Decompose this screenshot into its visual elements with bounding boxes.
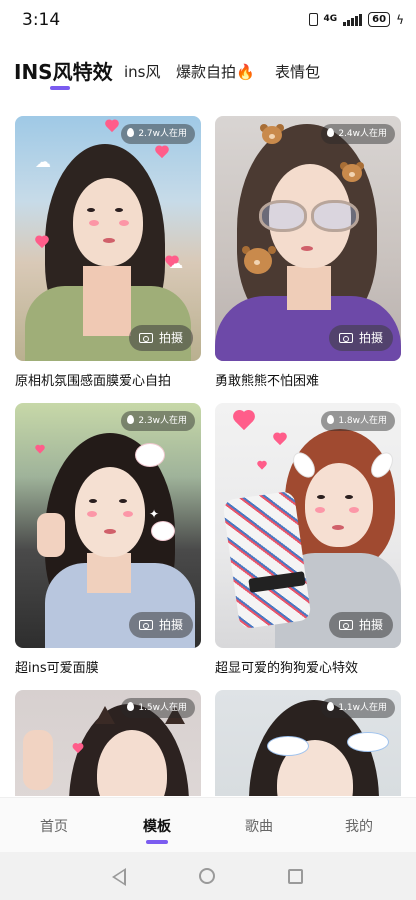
status-icons: 4G 60 ϟ: [308, 12, 404, 27]
nav-songs[interactable]: 歌曲: [245, 816, 273, 836]
nav-profile[interactable]: 我的: [345, 816, 373, 836]
template-preview-image[interactable]: ☁ ☁ 2.7w人在用 拍摄: [15, 116, 201, 361]
category-tabs: INS风特效 ins风 爆款自拍🔥 表情包: [14, 56, 414, 96]
usage-badge: 1.8w人在用: [321, 411, 395, 431]
template-preview-image[interactable]: ✦ 2.3w人在用 拍摄: [15, 403, 201, 648]
heart-icon: [72, 743, 83, 754]
bear-sticker-icon: [259, 122, 285, 146]
tab-stickers[interactable]: 表情包: [275, 61, 320, 82]
nav-indicator: [146, 840, 168, 844]
status-time: 3:14: [22, 10, 61, 30]
template-grid: ☁ ☁ 2.7w人在用 拍摄 原相机氛围感面膜爱心自拍 2.4w人在用 拍摄 勇…: [15, 116, 401, 796]
template-card[interactable]: 1.8w人在用 拍摄 超显可爱的狗狗爱心特效: [215, 403, 401, 676]
template-title: 超ins可爱面膜: [15, 661, 99, 676]
signal-icon: [343, 13, 363, 26]
bunny-sticker-icon: [151, 521, 175, 541]
battery-indicator: 60: [368, 12, 391, 27]
template-card[interactable]: ☁ ☁ 2.7w人在用 拍摄 原相机氛围感面膜爱心自拍: [15, 116, 201, 389]
network-type: 4G: [323, 14, 338, 24]
template-title: 勇敢熊熊不怕困难: [215, 374, 320, 389]
template-card[interactable]: 2.4w人在用 拍摄 勇敢熊熊不怕困难: [215, 116, 401, 389]
tab-hot-selfie[interactable]: 爆款自拍🔥: [176, 61, 255, 82]
template-title: 超显可爱的狗狗爱心特效: [215, 661, 359, 676]
tab-ins-effects[interactable]: INS风特效: [14, 56, 113, 85]
recent-apps-icon[interactable]: [288, 869, 303, 884]
cloud-sticker-icon: ☁: [35, 152, 51, 171]
camera-icon: [338, 333, 353, 343]
bunny-ear-sticker-icon: [267, 736, 309, 756]
heart-icon: [155, 146, 169, 160]
nav-templates[interactable]: 模板: [143, 816, 171, 836]
camera-icon: [138, 333, 153, 343]
nav-home[interactable]: 首页: [40, 816, 68, 836]
heart-icon: [257, 461, 267, 471]
camera-icon: [338, 620, 353, 630]
usage-badge: 2.3w人在用: [121, 411, 195, 431]
bunny-ear-sticker-icon: [347, 732, 389, 752]
flame-icon: [327, 128, 335, 137]
template-preview-image[interactable]: 1.5w人在用: [15, 690, 201, 796]
usage-badge: 1.1w人在用: [321, 698, 395, 718]
charging-icon: ϟ: [396, 12, 404, 27]
template-preview-image[interactable]: 1.1w人在用: [215, 690, 401, 796]
bear-sticker-icon: [339, 160, 365, 184]
heart-icon: [35, 445, 45, 455]
heart-icon: [273, 433, 287, 447]
shoot-button[interactable]: 拍摄: [328, 325, 393, 351]
shoot-button[interactable]: 拍摄: [328, 612, 393, 638]
template-card[interactable]: ✦ 2.3w人在用 拍摄 超ins可爱面膜: [15, 403, 201, 676]
template-preview-image[interactable]: 1.8w人在用 拍摄: [215, 403, 401, 648]
flame-icon: [327, 702, 335, 711]
vibrate-icon: [308, 13, 318, 26]
shoot-button[interactable]: 拍摄: [128, 325, 193, 351]
usage-badge: 2.4w人在用: [321, 124, 395, 144]
heart-icon: [105, 120, 119, 134]
flame-icon: [127, 128, 135, 137]
bear-sticker-icon: [241, 244, 277, 278]
heart-icon: [35, 236, 49, 250]
back-icon[interactable]: [112, 868, 126, 886]
template-title: 原相机氛围感面膜爱心自拍: [15, 374, 172, 389]
bunny-sticker-icon: [135, 443, 165, 467]
sparkle-icon: ✦: [149, 507, 160, 521]
template-card[interactable]: 1.5w人在用: [15, 690, 201, 796]
template-card[interactable]: 1.1w人在用: [215, 690, 401, 796]
flame-icon: [127, 415, 135, 424]
heart-icon: [233, 411, 255, 433]
tab-indicator: [50, 86, 70, 90]
flame-icon: [127, 702, 135, 711]
flame-icon: [327, 415, 335, 424]
system-nav-bar: [0, 852, 416, 900]
tab-ins-style[interactable]: ins风: [124, 61, 161, 82]
usage-badge: 2.7w人在用: [121, 124, 195, 144]
bottom-nav: 首页 模板 歌曲 我的: [0, 797, 416, 853]
usage-badge: 1.5w人在用: [121, 698, 195, 718]
camera-icon: [138, 620, 153, 630]
shoot-button[interactable]: 拍摄: [128, 612, 193, 638]
home-icon[interactable]: [199, 868, 215, 884]
cat-ear-icon: [95, 706, 115, 724]
cloud-sticker-icon: ☁: [169, 256, 183, 272]
template-preview-image[interactable]: 2.4w人在用 拍摄: [215, 116, 401, 361]
status-bar: 3:14 4G 60 ϟ: [0, 0, 416, 40]
